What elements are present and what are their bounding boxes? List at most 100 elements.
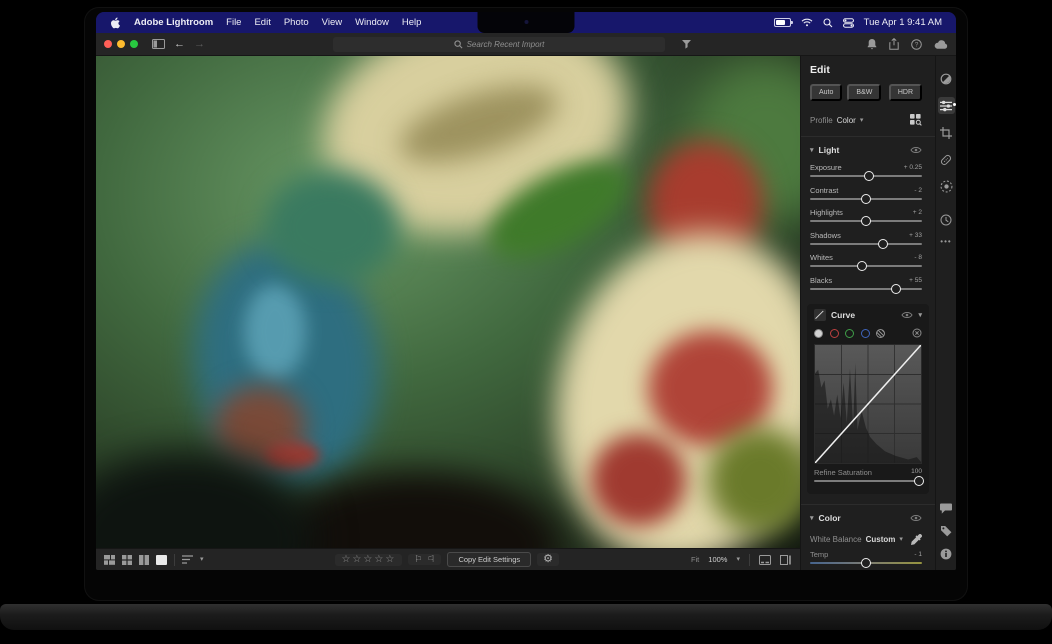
curve-collapse-chevron-icon[interactable]: ▾ xyxy=(918,312,922,319)
spotlight-icon[interactable] xyxy=(823,18,833,28)
presets-icon[interactable] xyxy=(938,70,955,87)
color-collapse-chevron-icon[interactable]: ▾ xyxy=(810,515,814,522)
menu-item-app[interactable]: Adobe Lightroom xyxy=(134,17,213,28)
panel-toggle-icon[interactable] xyxy=(152,39,165,49)
slider-knob[interactable] xyxy=(861,558,871,568)
slider-track[interactable] xyxy=(810,243,922,245)
curve-channel-parametric[interactable] xyxy=(876,329,885,338)
help-icon[interactable]: ? xyxy=(911,39,922,50)
color-section-header[interactable]: ▾ Color xyxy=(810,513,922,523)
menu-item-window[interactable]: Window xyxy=(355,17,389,28)
eyedropper-icon[interactable] xyxy=(911,534,922,545)
tint-slider[interactable]: Tint - 2 xyxy=(810,570,922,571)
zoom-level[interactable]: 100% xyxy=(708,555,727,564)
zoom-chevron-icon[interactable]: ▾ xyxy=(736,556,740,563)
more-icon[interactable]: ••• xyxy=(940,238,951,246)
slider-knob[interactable] xyxy=(861,194,871,204)
filmstrip-toggle-icon[interactable] xyxy=(759,555,771,565)
hdr-button[interactable]: HDR xyxy=(889,84,922,101)
slider-track[interactable] xyxy=(814,480,922,482)
square-grid-view-icon[interactable] xyxy=(122,555,132,565)
photo-canvas[interactable] xyxy=(96,56,800,548)
shadows-slider[interactable]: Shadows + 33 xyxy=(810,228,922,251)
pick-flag-icon[interactable]: ⚐ xyxy=(414,555,422,564)
whites-slider[interactable]: Whites - 8 xyxy=(810,250,922,273)
bw-button[interactable]: B&W xyxy=(847,84,881,101)
flag-controls[interactable]: ⚐ ⚐ xyxy=(408,554,441,565)
menu-clock[interactable]: Tue Apr 1 9:41 AM xyxy=(864,17,942,28)
minimize-button[interactable] xyxy=(117,40,125,48)
slider-knob[interactable] xyxy=(861,216,871,226)
star-rating[interactable]: ☆☆☆☆☆ xyxy=(335,554,402,566)
contrast-slider[interactable]: Contrast - 2 xyxy=(810,183,922,206)
wifi-icon[interactable] xyxy=(801,18,813,27)
compare-view-icon[interactable] xyxy=(139,555,149,565)
white-balance-chevron-icon[interactable]: ▾ xyxy=(899,536,903,543)
notifications-icon[interactable] xyxy=(867,39,877,50)
exposure-slider[interactable]: Exposure + 0.25 xyxy=(810,160,922,183)
star-icon[interactable]: ☆ xyxy=(341,555,352,565)
masking-icon[interactable] xyxy=(938,178,955,195)
filter-icon[interactable] xyxy=(682,40,691,49)
photo-grid-view-icon[interactable] xyxy=(104,555,115,565)
light-section-header[interactable]: ▾ Light xyxy=(810,145,922,155)
menu-item-file[interactable]: File xyxy=(226,17,241,28)
menu-item-help[interactable]: Help xyxy=(402,17,422,28)
refine-saturation-slider[interactable]: Refine Saturation 100 xyxy=(814,467,922,487)
star-icon[interactable]: ☆ xyxy=(363,555,374,565)
menu-item-photo[interactable]: Photo xyxy=(284,17,309,28)
fit-label[interactable]: Fit xyxy=(691,555,699,564)
before-after-icon[interactable] xyxy=(780,555,792,565)
menu-item-edit[interactable]: Edit xyxy=(254,17,270,28)
light-visibility-eye-icon[interactable] xyxy=(910,146,922,154)
slider-knob[interactable] xyxy=(864,171,874,181)
curve-channel-green[interactable] xyxy=(845,329,854,338)
star-icon[interactable]: ☆ xyxy=(374,555,385,565)
blacks-slider[interactable]: Blacks + 55 xyxy=(810,273,922,296)
crop-icon[interactable] xyxy=(938,124,955,141)
cloud-sync-icon[interactable] xyxy=(934,40,948,49)
star-icon[interactable]: ☆ xyxy=(385,555,396,565)
sort-chevron-icon[interactable]: ▾ xyxy=(200,556,204,563)
color-visibility-eye-icon[interactable] xyxy=(910,514,922,522)
auto-button[interactable]: Auto xyxy=(810,84,842,101)
slider-track[interactable] xyxy=(810,288,922,290)
edit-controls-icon[interactable] xyxy=(938,97,955,114)
temp-slider[interactable]: Temp - 1 xyxy=(810,547,922,570)
zoom-button[interactable] xyxy=(130,40,138,48)
close-button[interactable] xyxy=(104,40,112,48)
curve-channel-blue[interactable] xyxy=(861,329,870,338)
highlights-slider[interactable]: Highlights + 2 xyxy=(810,205,922,228)
copy-edit-settings-button[interactable]: Copy Edit Settings xyxy=(447,552,531,568)
slider-knob[interactable] xyxy=(857,261,867,271)
apple-logo-icon[interactable] xyxy=(110,17,121,29)
slider-knob[interactable] xyxy=(891,284,901,294)
menu-item-view[interactable]: View xyxy=(322,17,342,28)
battery-icon[interactable] xyxy=(774,18,791,27)
healing-icon[interactable] xyxy=(938,151,955,168)
profile-chevron-icon[interactable]: ▾ xyxy=(860,117,864,124)
curve-channel-red[interactable] xyxy=(830,329,839,338)
curve-channel-all[interactable] xyxy=(814,329,823,338)
white-balance-value[interactable]: Custom xyxy=(866,535,896,544)
edit-settings-menu[interactable]: ⚙ xyxy=(537,553,559,566)
tone-curve-graph[interactable] xyxy=(814,344,922,464)
profile-browse-icon[interactable] xyxy=(910,114,922,126)
comments-icon[interactable] xyxy=(940,503,952,514)
info-icon[interactable] xyxy=(940,548,952,560)
share-icon[interactable] xyxy=(889,38,899,50)
star-icon[interactable]: ☆ xyxy=(352,555,363,565)
versions-icon[interactable] xyxy=(938,211,955,228)
sort-icon[interactable] xyxy=(182,555,193,564)
slider-knob[interactable] xyxy=(914,476,924,486)
targeted-adjustment-icon[interactable] xyxy=(912,328,922,338)
keywords-icon[interactable] xyxy=(940,525,952,537)
reject-flag-icon[interactable]: ⚐ xyxy=(427,555,435,564)
back-icon[interactable]: ← xyxy=(174,39,185,50)
slider-knob[interactable] xyxy=(878,239,888,249)
search-input[interactable]: Search Recent Import xyxy=(333,37,665,52)
curve-visibility-eye-icon[interactable] xyxy=(901,311,913,319)
light-collapse-chevron-icon[interactable]: ▾ xyxy=(810,147,814,154)
profile-value[interactable]: Color xyxy=(837,116,856,125)
forward-icon[interactable]: → xyxy=(194,39,205,50)
